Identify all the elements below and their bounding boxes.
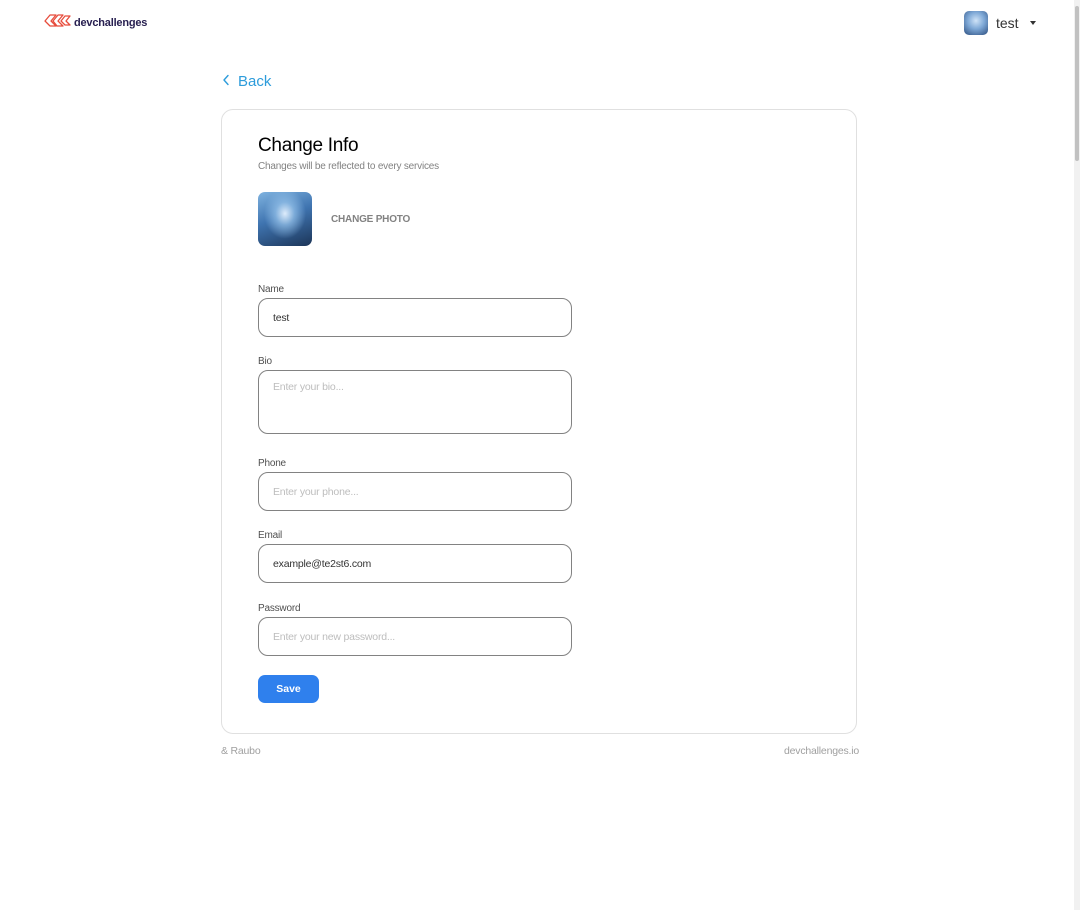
chevron-left-icon bbox=[222, 73, 230, 90]
logo-text: devchallenges bbox=[74, 17, 148, 29]
page-subtitle: Changes will be reflected to every servi… bbox=[258, 161, 439, 172]
user-menu[interactable]: test bbox=[964, 11, 1036, 35]
phone-label: Phone bbox=[258, 458, 286, 469]
bio-label: Bio bbox=[258, 356, 272, 367]
password-input[interactable] bbox=[258, 617, 572, 656]
change-photo-label[interactable]: CHANGE PHOTO bbox=[331, 214, 410, 225]
change-photo-control[interactable]: CHANGE PHOTO bbox=[258, 192, 410, 246]
devchallenges-logo[interactable]: devchallenges bbox=[44, 13, 147, 33]
phone-input[interactable] bbox=[258, 472, 572, 511]
name-label: Name bbox=[258, 284, 284, 295]
scrollbar-thumb[interactable] bbox=[1075, 6, 1079, 161]
footer-credit: & Raubo bbox=[221, 745, 261, 757]
save-button[interactable]: Save bbox=[258, 675, 319, 703]
back-link[interactable]: Back bbox=[222, 73, 271, 90]
user-name[interactable]: test bbox=[996, 15, 1019, 31]
name-input[interactable] bbox=[258, 298, 572, 337]
password-label: Password bbox=[258, 603, 301, 614]
bio-textarea[interactable] bbox=[258, 370, 572, 434]
caret-down-icon[interactable] bbox=[1029, 21, 1036, 25]
page-scrollbar[interactable] bbox=[1074, 0, 1080, 910]
change-info-card: Change Info Changes will be reflected to… bbox=[221, 109, 857, 734]
footer-site-link[interactable]: devchallenges.io bbox=[784, 745, 859, 757]
email-label: Email bbox=[258, 530, 283, 541]
devchallenges-logo-icon bbox=[44, 13, 71, 33]
email-input[interactable] bbox=[258, 544, 572, 583]
profile-photo[interactable] bbox=[258, 192, 312, 246]
back-label[interactable]: Back bbox=[238, 73, 271, 90]
page-title: Change Info bbox=[258, 135, 359, 156]
avatar[interactable] bbox=[964, 11, 988, 35]
